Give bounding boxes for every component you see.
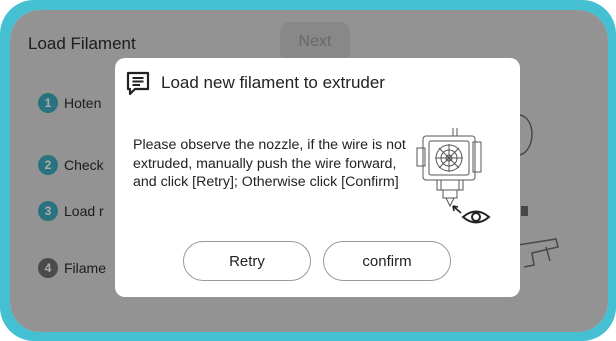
message-icon (126, 71, 150, 96)
confirm-button[interactable]: confirm (323, 241, 451, 281)
dialog-header: Load new filament to extruder (125, 69, 385, 97)
load-filament-dialog: Load new filament to extruder Please obs… (115, 58, 520, 297)
extruder-eye-icon (416, 128, 491, 224)
retry-button[interactable]: Retry (183, 241, 311, 281)
dialog-message: Please observe the nozzle, if the wire i… (133, 137, 406, 190)
dialog-title: Load new filament to extruder (161, 73, 385, 92)
